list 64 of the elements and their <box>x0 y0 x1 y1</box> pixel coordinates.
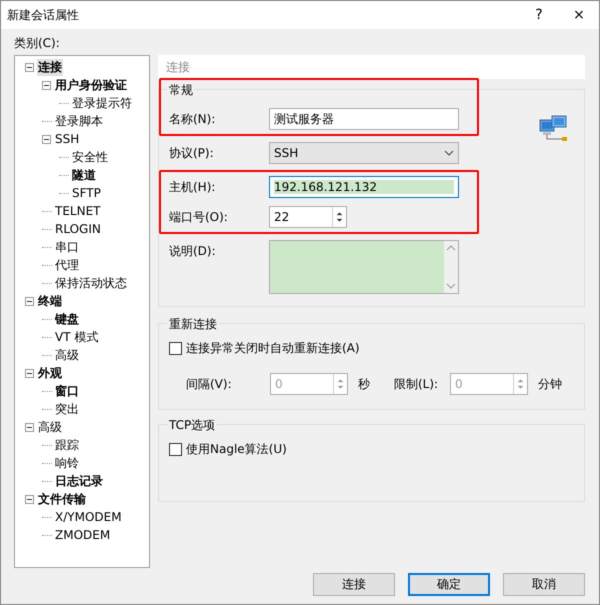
field-label: 限制(L): <box>394 376 440 392</box>
tree-item[interactable]: SSH <box>54 132 80 146</box>
tree-item[interactable]: 隧道 <box>71 166 97 184</box>
help-button[interactable]: ? <box>519 1 559 29</box>
dropdown[interactable]: SSH <box>269 142 459 164</box>
tree-item[interactable]: X/YMODEM <box>54 510 123 524</box>
collapse-icon[interactable] <box>25 422 34 432</box>
tree-item[interactable]: 用户身份验证 <box>54 76 128 94</box>
dialog-button[interactable]: 取消 <box>503 573 585 596</box>
tree-item[interactable]: 跟踪 <box>54 436 80 454</box>
input-field[interactable]: 测试服务器 <box>269 108 459 130</box>
tree-item[interactable]: 突出 <box>54 400 80 418</box>
checkbox[interactable] <box>169 443 182 456</box>
tree-item[interactable]: VT 模式 <box>54 328 100 346</box>
tree-item[interactable]: 串口 <box>54 238 80 256</box>
tree-item[interactable]: 登录脚本 <box>54 112 104 130</box>
field-label: 名称(N): <box>169 111 216 128</box>
checkbox-label: 连接异常关闭时自动重新连接(A) <box>186 340 360 357</box>
collapse-icon[interactable] <box>25 368 34 378</box>
tree-item[interactable]: 窗口 <box>54 382 80 400</box>
collapse-icon[interactable] <box>25 494 34 504</box>
header-title: 连接 <box>166 58 190 76</box>
tree-item[interactable]: 高级 <box>37 418 63 436</box>
unit-label: 分钟 <box>538 376 563 392</box>
field-label: 主机(H): <box>169 179 216 196</box>
tree-item[interactable]: 日志记录 <box>54 472 104 490</box>
close-button[interactable]: × <box>559 1 599 29</box>
collapse-icon[interactable] <box>42 134 51 144</box>
group-title: TCP选项 <box>167 417 218 434</box>
input-field[interactable]: 192.168.121.132 <box>269 176 459 198</box>
unit-label: 秒 <box>358 376 371 392</box>
collapse-icon[interactable] <box>25 296 34 306</box>
tree-item[interactable]: SFTP <box>71 186 102 200</box>
field-label: 端口号(O): <box>169 209 229 226</box>
field-label: 间隔(V): <box>186 376 233 392</box>
collapse-icon[interactable] <box>25 62 34 72</box>
checkbox-label: 使用Nagle算法(U) <box>186 441 287 458</box>
field-label: 协议(P): <box>169 145 215 162</box>
tree-item[interactable]: ZMODEM <box>54 528 112 542</box>
collapse-icon[interactable] <box>42 80 51 90</box>
tree-item[interactable]: 连接 <box>37 58 63 76</box>
tree-item[interactable]: RLOGIN <box>54 222 102 236</box>
category-label: 类别(C): <box>14 35 60 52</box>
tree-item[interactable]: 安全性 <box>71 148 109 166</box>
network-computers-icon <box>538 114 570 142</box>
number-field[interactable]: 22 <box>269 206 347 228</box>
dialog-button[interactable]: 连接 <box>313 573 395 596</box>
dialog-button[interactable]: 确定 <box>408 573 490 596</box>
tree-item[interactable]: 外观 <box>37 364 63 382</box>
tree-item[interactable]: TELNET <box>54 204 102 218</box>
checkbox[interactable] <box>169 342 182 355</box>
tree-item[interactable]: 保持活动状态 <box>54 274 128 292</box>
tree-item[interactable]: 终端 <box>37 292 63 310</box>
tree-item[interactable]: 文件传输 <box>37 490 87 508</box>
tree-item[interactable]: 登录提示符 <box>71 94 133 112</box>
window-title: 新建会话属性 <box>7 6 80 24</box>
group-title: 重新连接 <box>167 316 219 333</box>
chevron-down-icon <box>444 150 454 156</box>
tree-item[interactable]: 高级 <box>54 346 80 364</box>
tree-item[interactable]: 键盘 <box>54 310 80 328</box>
scrollbar-arrows-icon[interactable] <box>444 241 458 293</box>
field-label: 说明(D): <box>169 243 217 260</box>
tree-item[interactable]: 代理 <box>54 256 80 274</box>
tree-item[interactable]: 响铃 <box>54 454 80 472</box>
